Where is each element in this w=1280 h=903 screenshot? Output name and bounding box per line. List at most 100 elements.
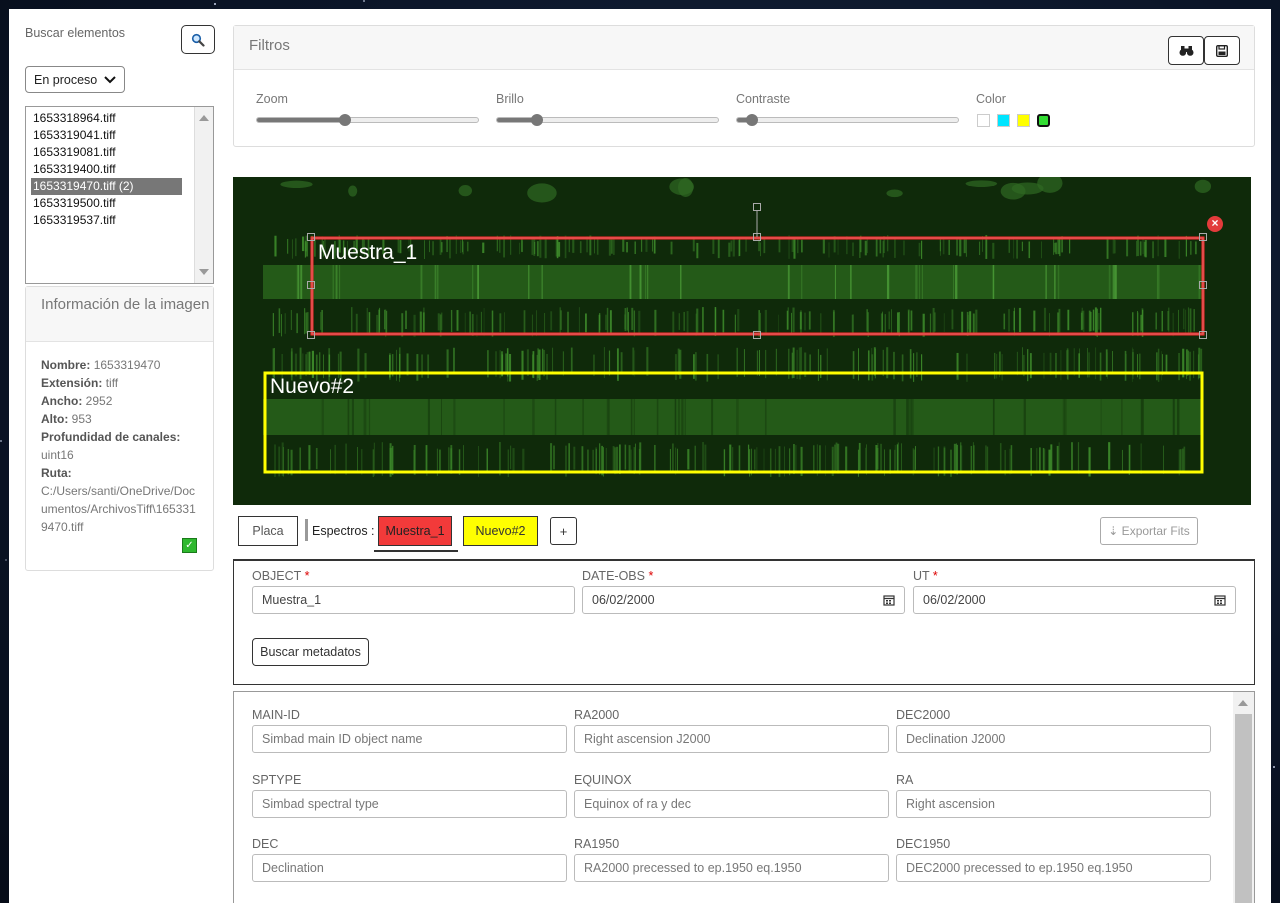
date-obs-label: DATE-OBS * xyxy=(582,569,654,583)
scrollbar-thumb[interactable] xyxy=(1235,714,1252,903)
zoom-slider-knob[interactable] xyxy=(339,114,352,126)
espectros-label: Espectros : xyxy=(312,524,375,538)
metadata-field-label: RA2000 xyxy=(574,708,620,722)
metadata-field-input[interactable]: RA2000 precessed to ep.1950 eq.1950 xyxy=(574,854,889,882)
metadata-form-panel: MAIN-ID Simbad main ID object name RA2000 R… xyxy=(233,691,1255,903)
object-form-panel: OBJECT * Muestra_1 DATE-OBS * 06/02/2000… xyxy=(233,559,1255,685)
star-dot xyxy=(1273,766,1276,769)
checkbox-checked-icon[interactable]: ✓ xyxy=(182,538,197,553)
file-list-item[interactable]: 1653319537.tiff xyxy=(31,212,182,229)
nombre-label: Nombre: xyxy=(41,358,91,372)
add-spectrum-button[interactable]: + xyxy=(550,517,577,545)
metadata-field-label: RA xyxy=(896,772,914,787)
spectrum-plate-image xyxy=(233,177,1251,505)
binoculars-button[interactable] xyxy=(1168,36,1204,65)
color-label: Color xyxy=(976,92,1006,106)
metadata-field-input[interactable]: DEC2000 precessed to ep.1950 eq.1950 xyxy=(896,854,1211,882)
color-swatch[interactable] xyxy=(977,114,990,127)
status-select[interactable]: En proceso xyxy=(25,66,125,93)
metadata-field-input[interactable]: Simbad spectral type xyxy=(252,789,567,818)
ancho-value: 2952 xyxy=(85,394,113,408)
color-swatch[interactable] xyxy=(1017,114,1030,127)
ruta-value: C:/Users/santi/OneDrive/Documentos/Archi… xyxy=(41,484,196,534)
search-label: Buscar elementos xyxy=(25,26,126,40)
tab-muestra-1[interactable]: Muestra_1 xyxy=(378,516,452,546)
file-list-item[interactable]: 1653318964.tiff xyxy=(31,110,182,127)
ruta-label: Ruta: xyxy=(41,466,72,480)
metadata-field-input[interactable]: Right ascension J2000 xyxy=(574,725,889,753)
contraste-slider[interactable] xyxy=(736,114,959,126)
calendar-icon[interactable] xyxy=(883,594,895,606)
file-list-item[interactable]: 1653319400.tiff xyxy=(31,161,182,178)
active-tab-underline xyxy=(374,550,458,552)
scroll-up-icon[interactable] xyxy=(199,115,209,121)
file-list-scrollbar[interactable] xyxy=(194,107,213,283)
tab-placa[interactable]: Placa xyxy=(238,516,298,546)
extension-label: Extensión: xyxy=(41,376,103,390)
export-fits-button[interactable]: ⇣ Exportar Fits xyxy=(1100,517,1198,545)
profundidad-value: uint16 xyxy=(41,448,74,462)
file-list-item[interactable]: 1653319041.tiff xyxy=(31,127,182,144)
floppy-disk-icon xyxy=(1216,44,1228,57)
metadata-field-input[interactable]: Simbad main ID object name xyxy=(252,725,567,753)
resize-handle-sw[interactable] xyxy=(307,331,315,339)
color-swatch[interactable] xyxy=(997,114,1010,127)
metadata-field-label: DEC xyxy=(252,837,279,851)
contraste-label: Contraste xyxy=(736,92,791,106)
ut-value: 06/02/2000 xyxy=(923,593,986,607)
ut-input[interactable]: 06/02/2000 xyxy=(913,586,1236,614)
metadata-field-input[interactable]: Equinox of ra y dec xyxy=(574,789,889,818)
star-dot xyxy=(363,0,366,3)
brillo-slider[interactable] xyxy=(496,114,719,126)
metadata-scrollbar[interactable] xyxy=(1233,692,1254,903)
file-list-item[interactable]: 1653319470.tiff (2) xyxy=(31,178,182,195)
buscar-metadatos-button[interactable]: Buscar metadatos xyxy=(252,638,369,666)
scroll-up-icon[interactable] xyxy=(1238,700,1248,706)
filters-title: Filtros xyxy=(234,26,1254,70)
object-label: OBJECT * xyxy=(252,569,310,583)
delete-region-icon[interactable]: × xyxy=(1207,216,1223,232)
save-button[interactable] xyxy=(1204,36,1240,65)
zoom-slider-fill xyxy=(257,118,346,122)
file-list-item[interactable]: 1653319500.tiff xyxy=(31,195,182,212)
resize-handle-s[interactable] xyxy=(753,331,761,339)
brillo-slider-knob[interactable] xyxy=(530,114,543,126)
chevron-down-icon xyxy=(104,76,116,84)
color-swatch[interactable] xyxy=(1037,114,1050,127)
brillo-label: Brillo xyxy=(496,92,524,106)
image-info-title: Información de la imagen xyxy=(26,287,213,342)
file-list-item[interactable]: 1653319081.tiff xyxy=(31,144,182,161)
calendar-icon[interactable] xyxy=(1214,594,1226,606)
alto-label: Alto: xyxy=(41,412,69,426)
contraste-slider-knob[interactable] xyxy=(746,114,759,126)
image-viewer[interactable]: Muestra_1 Nuevo#2 × xyxy=(233,177,1251,505)
scroll-down-icon[interactable] xyxy=(199,269,209,275)
object-input[interactable]: Muestra_1 xyxy=(252,586,575,614)
metadata-field-label: DEC1950 xyxy=(896,837,951,851)
region-label-muestra: Muestra_1 xyxy=(318,241,418,264)
metadata-field-input[interactable]: Right ascension xyxy=(896,789,1211,818)
zoom-slider[interactable] xyxy=(256,114,479,126)
metadata-field-label: DEC2000 xyxy=(896,708,951,722)
zoom-label: Zoom xyxy=(256,92,288,106)
magnifier-icon xyxy=(191,33,205,47)
region-label-nuevo: Nuevo#2 xyxy=(270,375,355,398)
resize-handle-n[interactable] xyxy=(753,233,761,241)
metadata-field-input[interactable]: Declination J2000 xyxy=(896,725,1211,753)
metadata-field-input[interactable]: Declination xyxy=(252,854,567,882)
rotate-handle[interactable] xyxy=(753,203,761,211)
alto-value: 953 xyxy=(71,412,92,426)
resize-handle-se[interactable] xyxy=(1199,331,1207,339)
resize-handle-e[interactable] xyxy=(1199,281,1207,289)
file-list[interactable]: 1653318964.tiff 1653319041.tiff 1653319081… xyxy=(25,106,214,284)
metadata-field-label: MAIN-ID xyxy=(252,708,300,722)
star-dot xyxy=(0,439,3,442)
resize-handle-w[interactable] xyxy=(307,281,315,289)
filters-panel: Filtros Zoom Brillo Contraste Color xyxy=(233,25,1255,147)
tab-nuevo-2[interactable]: Nuevo#2 xyxy=(463,516,538,546)
resize-handle-ne[interactable] xyxy=(1199,233,1207,241)
metadata-field-label: SPTYPE xyxy=(252,772,302,787)
resize-handle-nw[interactable] xyxy=(307,233,315,241)
date-obs-input[interactable]: 06/02/2000 xyxy=(582,586,905,614)
search-button[interactable] xyxy=(181,25,215,54)
